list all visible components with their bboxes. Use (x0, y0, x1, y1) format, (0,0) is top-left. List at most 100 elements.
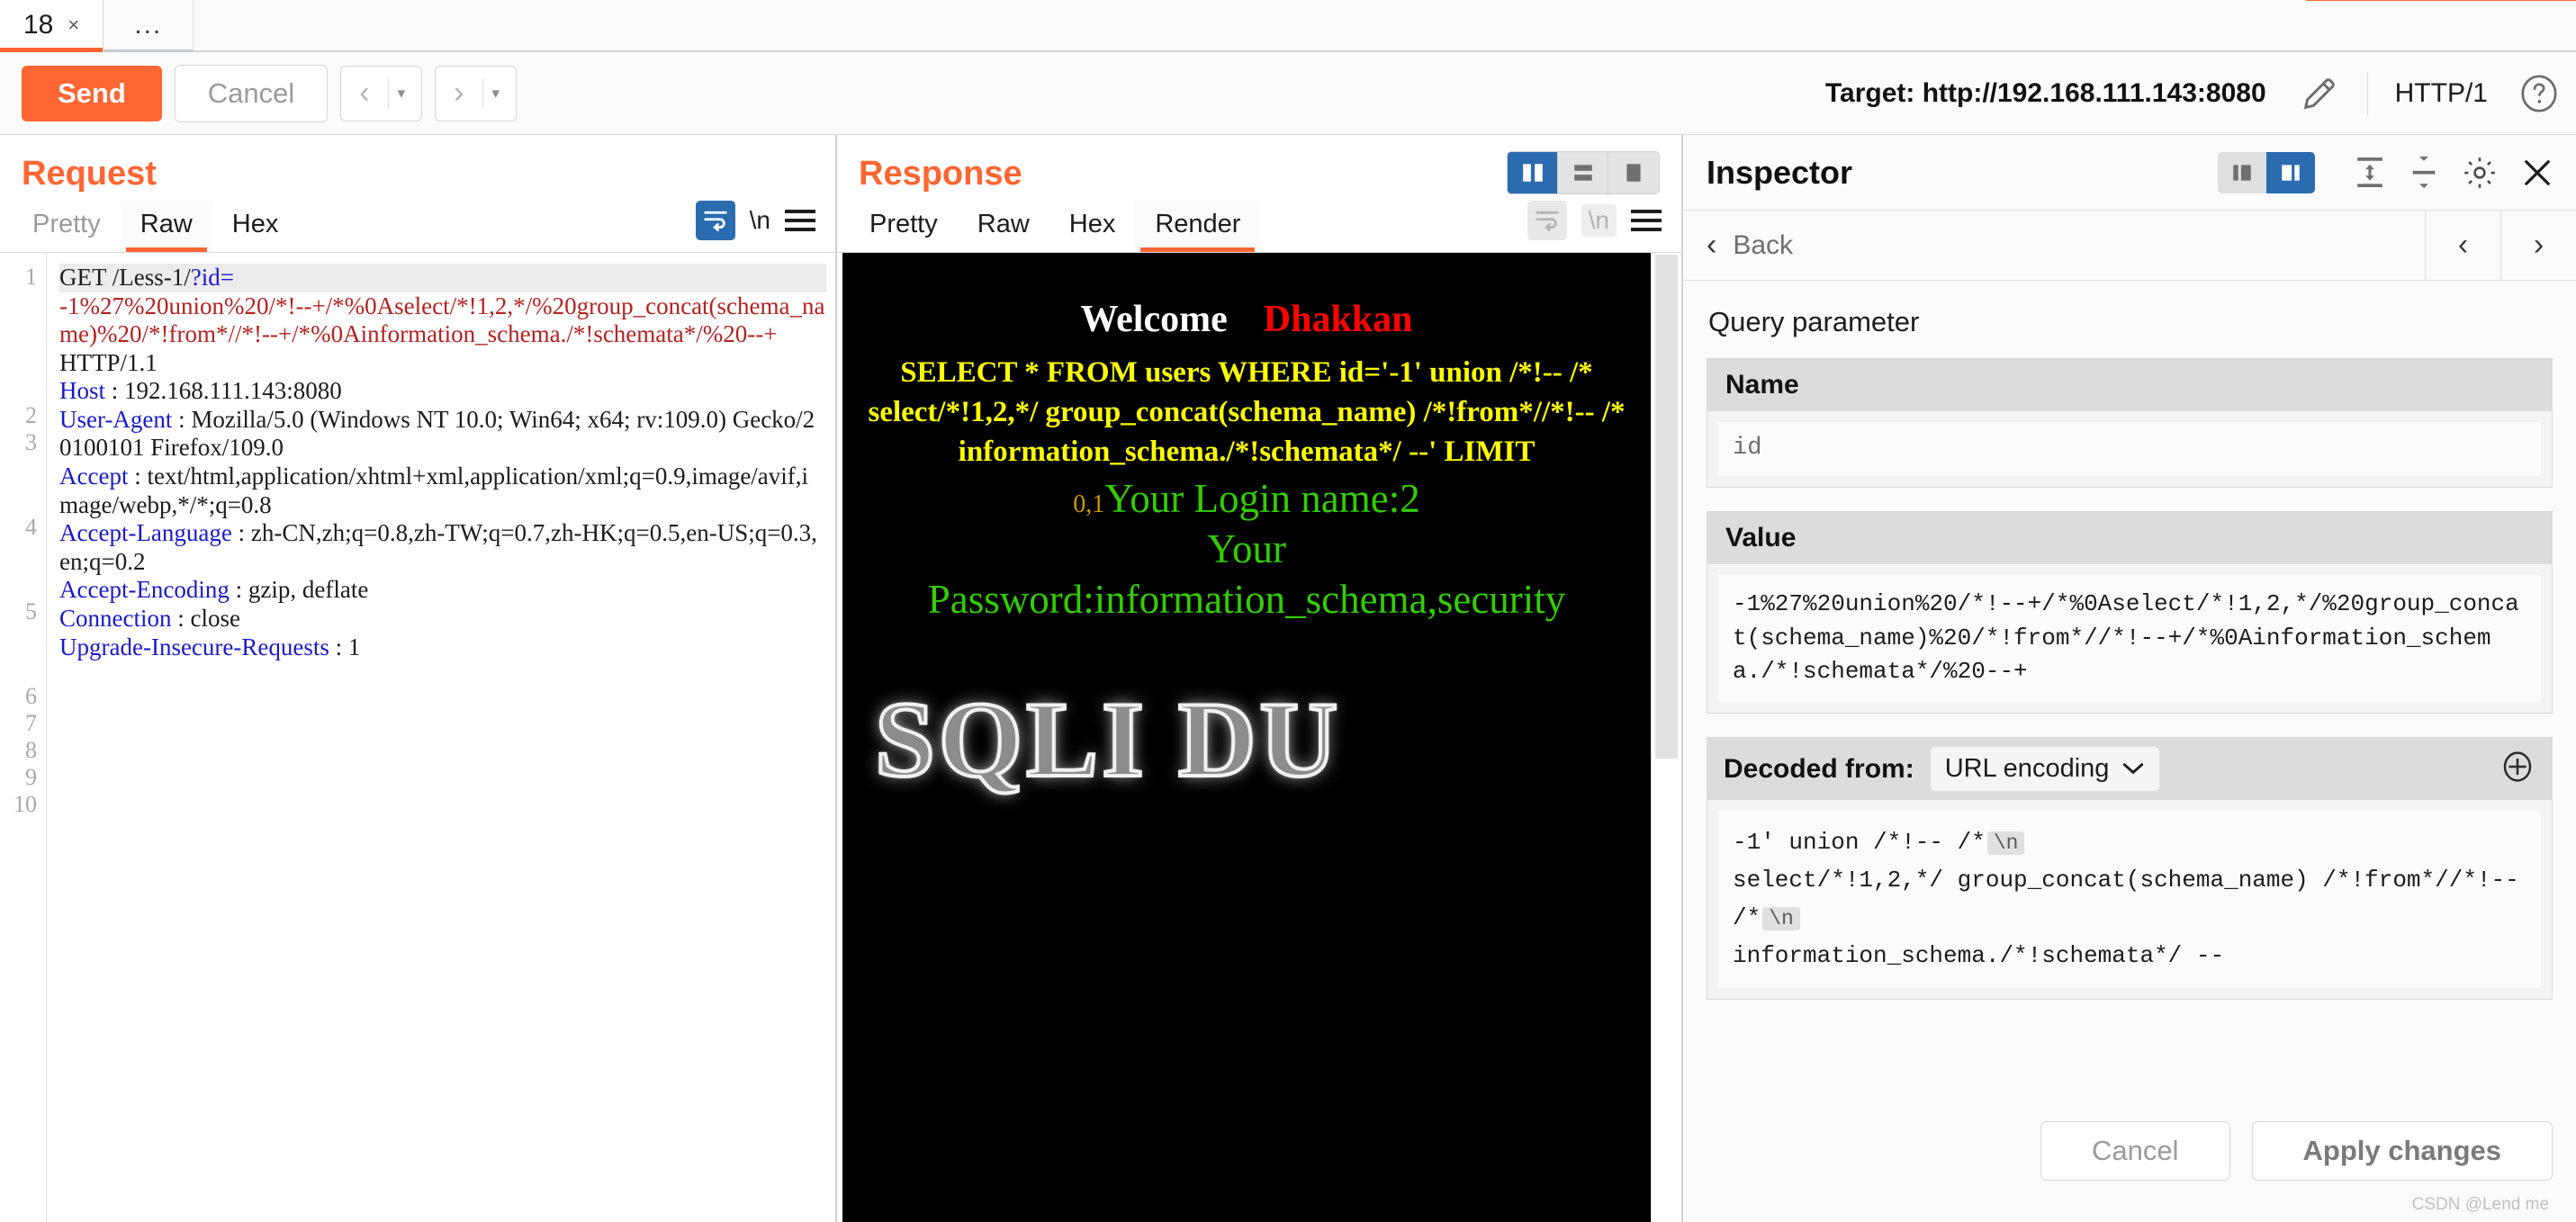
newline-toggle[interactable]: \n (750, 206, 770, 235)
history-forward-button[interactable]: › ▾ (435, 65, 518, 121)
decoded-line: information_schema./*!schemata*/ -- (1733, 942, 2225, 970)
request-editor[interactable]: 1 2 3 4 5 6 7 8 9 10 GET /Less-1/?id= -1… (0, 252, 835, 1222)
header-value: : Mozilla/5.0 (Windows NT 10.0; Win64; x… (59, 405, 815, 462)
line-number: 4 (25, 514, 37, 540)
split-vertical-icon[interactable] (1508, 152, 1558, 193)
response-scrollbar[interactable] (1651, 253, 1681, 1222)
line-number: 7 (25, 710, 37, 736)
value-field-label: Value (1707, 512, 2552, 564)
tab-hex[interactable]: Hex (212, 201, 299, 252)
apply-changes-button[interactable]: Apply changes (2251, 1121, 2553, 1181)
header-name: Accept-Language (59, 519, 232, 547)
next-item-button[interactable]: › (2500, 211, 2576, 280)
dock-right-icon[interactable] (2266, 151, 2315, 193)
inspector-body: Query parameter Name id Value -1%27%20un… (1683, 281, 2576, 1101)
header-name: Host (59, 377, 106, 405)
encoding-select[interactable]: URL encoding (1930, 747, 2160, 792)
value-input[interactable]: -1%27%20union%20/*!--+/*%0Aselect/*!1,2,… (1718, 575, 2541, 703)
question-circle-icon[interactable] (2518, 73, 2560, 114)
close-icon[interactable]: × (68, 13, 79, 37)
request-tools: \n (695, 201, 835, 249)
response-layout-toggle (1507, 151, 1660, 194)
split-horizontal-icon[interactable] (1558, 152, 1608, 193)
response-pane: Response Pretty Raw Hex Render \n Welcom… (837, 135, 1683, 1222)
chevron-left-icon: ‹ (359, 76, 370, 110)
name-input[interactable]: id (1718, 422, 2541, 476)
header-value: : close (171, 604, 240, 632)
gear-icon[interactable] (2461, 154, 2499, 192)
header-name: Accept-Encoding (59, 576, 230, 604)
newline-toggle[interactable]: \n (1581, 204, 1617, 237)
http-version-label[interactable]: HTTP/1 (2395, 78, 2488, 109)
line-number: 8 (25, 737, 37, 763)
tab-bar-filler (194, 0, 2576, 50)
password-result: Password:information_schema,security (927, 576, 1566, 622)
header-value: : text/html,application/xhtml+xml,applic… (59, 463, 809, 518)
name-field-group: Name id (1707, 358, 2553, 488)
scrollbar-thumb[interactable] (1655, 255, 1678, 759)
request-pane: Request Pretty Raw Hex \n 1 2 3 4 5 6 7 … (0, 135, 837, 1222)
response-subtabs: Pretty Raw Hex Render (837, 201, 1273, 252)
request-raw-text[interactable]: GET /Less-1/?id= -1%27%20union%20/*!--+/… (47, 253, 835, 1222)
tab-more-label: ... (134, 10, 163, 40)
burp-repeater-window: 18 × ... Send Cancel ‹ ▾ › ▾ Target: htt… (0, 0, 2576, 1222)
cancel-button[interactable]: Cancel (2040, 1121, 2230, 1181)
tab-hex[interactable]: Hex (1049, 201, 1136, 252)
expand-all-icon[interactable] (2407, 155, 2441, 191)
line-number: 1 (25, 264, 37, 290)
cancel-button[interactable]: Cancel (174, 64, 329, 122)
username-text: Dhakkan (1263, 299, 1413, 340)
decoded-group: Decoded from: URL encoding -1' union /*!… (1707, 737, 2553, 1000)
word-wrap-icon[interactable] (1527, 201, 1567, 240)
hamburger-menu-icon[interactable] (785, 210, 815, 231)
tab-pretty[interactable]: Pretty (13, 201, 121, 252)
decoded-line: -1' union /*!-- /* (1733, 829, 1986, 857)
plus-circle-icon[interactable] (2499, 749, 2535, 789)
login-name-result: 0,1Your Login name:2 (851, 474, 1642, 523)
decoded-text[interactable]: -1' union /*!-- /* \n select/*!1,2,*/ gro… (1718, 811, 2541, 988)
response-tools: \n (1527, 201, 1681, 249)
chevron-right-icon: › (454, 76, 464, 110)
collapse-all-icon[interactable] (2353, 155, 2387, 191)
line-number: 6 (25, 683, 37, 709)
tab-raw[interactable]: Raw (958, 201, 1049, 252)
rendered-page[interactable]: Welcome Dhakkan SELECT * FROM users WHERE… (842, 253, 1651, 1222)
chevron-down-icon[interactable]: ▾ (398, 85, 413, 103)
tab-render[interactable]: Render (1135, 201, 1261, 252)
hamburger-menu-icon[interactable] (1631, 210, 1662, 231)
response-title-row: Response (837, 135, 1681, 201)
single-pane-icon[interactable] (1608, 152, 1659, 193)
name-field-label: Name (1707, 359, 2552, 411)
main-panes: Request Pretty Raw Hex \n 1 2 3 4 5 6 7 … (0, 135, 2576, 1222)
line-number: 5 (25, 598, 37, 624)
welcome-text: Welcome (1080, 299, 1228, 340)
tab-pretty[interactable]: Pretty (850, 201, 958, 252)
encoding-selected-value: URL encoding (1944, 754, 2110, 784)
send-button[interactable]: Send (22, 65, 162, 121)
line-number: 3 (25, 429, 37, 455)
request-tab-row: Pretty Raw Hex \n (0, 201, 835, 252)
value-field-group: Value -1%27%20union%20/*!--+/*%0Aselect/… (1707, 511, 2553, 714)
dock-left-icon[interactable] (2218, 151, 2266, 193)
inspector-pane: Inspector ‹ Back ‹ › Query parameter Nam… (1683, 135, 2576, 1222)
chevron-down-icon[interactable]: ▾ (492, 85, 508, 103)
line-number: 9 (25, 764, 37, 790)
back-button[interactable]: ‹ Back (1683, 211, 1816, 280)
repeater-toolbar: Send Cancel ‹ ▾ › ▾ Target: http://192.1… (0, 52, 2576, 135)
request-method-path: GET /Less-1/ (59, 264, 191, 291)
tab-raw[interactable]: Raw (120, 201, 212, 252)
pencil-icon[interactable] (2299, 73, 2340, 114)
back-label: Back (1733, 229, 1794, 260)
history-back-button[interactable]: ‹ ▾ (340, 65, 423, 121)
header-value: : 192.168.111.143:8080 (105, 377, 342, 405)
newline-badge: \n (1762, 907, 1800, 931)
inspector-nav: ‹ Back ‹ › (1683, 211, 2576, 281)
close-icon[interactable] (2518, 154, 2556, 192)
word-wrap-icon[interactable] (695, 201, 735, 240)
repeater-tab-18[interactable]: 18 × (0, 0, 104, 52)
response-render-area: Welcome Dhakkan SELECT * FROM users WHERE… (837, 252, 1681, 1222)
response-tab-row: Pretty Raw Hex Render \n (837, 201, 1681, 252)
prev-item-button[interactable]: ‹ (2425, 211, 2500, 280)
repeater-tab-more[interactable]: ... (104, 0, 194, 52)
divider (2366, 71, 2368, 115)
